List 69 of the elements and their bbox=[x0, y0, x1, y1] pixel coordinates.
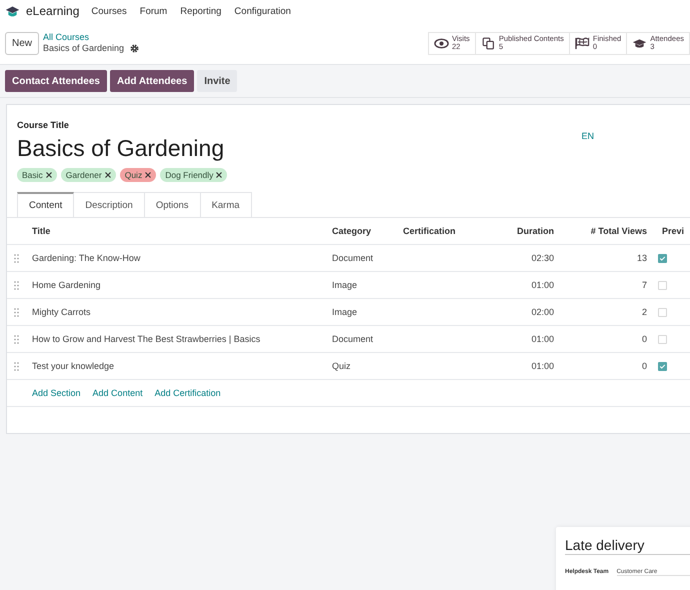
close-icon[interactable] bbox=[216, 172, 222, 178]
table-cell: Image bbox=[332, 307, 358, 317]
add-link[interactable]: Add Section bbox=[32, 388, 81, 398]
action-button[interactable]: Invite bbox=[197, 70, 238, 92]
menu-item[interactable]: Forum bbox=[140, 6, 168, 16]
table-cell: Image bbox=[332, 280, 358, 290]
table-cell: 02:30 bbox=[531, 253, 554, 263]
drag-handle-icon[interactable] bbox=[14, 254, 19, 262]
checkbox[interactable] bbox=[658, 362, 667, 370]
tag: Dog Friendly bbox=[160, 168, 228, 182]
checkbox[interactable] bbox=[658, 254, 667, 262]
close-icon[interactable] bbox=[104, 172, 111, 178]
settings-icon[interactable] bbox=[130, 44, 140, 53]
table-cell: Home Gardening bbox=[32, 280, 101, 290]
column-header[interactable]: Category bbox=[332, 226, 372, 236]
table-cell: 2 bbox=[642, 307, 647, 317]
table-cell: Mighty Carrots bbox=[32, 307, 91, 317]
table-cell: Test your knowledge bbox=[32, 361, 114, 371]
table-cell: 7 bbox=[642, 280, 647, 290]
table-cell: 0 bbox=[642, 361, 647, 371]
graduation-cap-icon[interactable] bbox=[5, 4, 20, 18]
tab[interactable]: Karma bbox=[200, 192, 252, 217]
tag: Quiz bbox=[120, 168, 156, 182]
table-cell: 01:00 bbox=[531, 280, 554, 290]
table-cell: Document bbox=[332, 334, 374, 344]
table-cell: 01:00 bbox=[531, 334, 554, 344]
action-button[interactable]: Add Attendees bbox=[110, 70, 194, 92]
table-cell: Quiz bbox=[332, 361, 351, 371]
ticket-title: Late delivery bbox=[565, 537, 690, 555]
table-cell: How to Grow and Harvest The Best Strawberries | Basics bbox=[32, 334, 260, 344]
add-link[interactable]: Add Certification bbox=[154, 388, 221, 398]
drag-handle-icon[interactable] bbox=[14, 280, 19, 290]
tab[interactable]: Options bbox=[144, 192, 201, 217]
app-name[interactable]: eLearning bbox=[26, 4, 80, 18]
tag: Basic bbox=[17, 168, 57, 182]
new-button[interactable]: New bbox=[5, 32, 40, 54]
column-header[interactable]: # Total Views bbox=[590, 226, 647, 236]
table-cell: 02:00 bbox=[531, 307, 554, 317]
action-button[interactable]: Contact Attendees bbox=[5, 70, 107, 92]
column-header[interactable]: Duration bbox=[517, 226, 554, 236]
language-link[interactable]: EN bbox=[581, 131, 594, 142]
drag-handle-icon[interactable] bbox=[14, 362, 19, 370]
course-title[interactable]: Basics of Gardening bbox=[17, 135, 224, 162]
breadcrumb-current: Basics of Gardening bbox=[43, 43, 124, 54]
table-cell: Gardening: The Know-How bbox=[32, 253, 140, 263]
add-link[interactable]: Add Content bbox=[92, 388, 143, 398]
menu-item[interactable]: Configuration bbox=[234, 6, 291, 16]
flag-icon bbox=[574, 36, 590, 50]
column-header[interactable]: Title bbox=[32, 226, 50, 236]
drag-handle-icon[interactable] bbox=[14, 334, 19, 344]
tab[interactable]: Description bbox=[74, 192, 145, 217]
table-cell: Document bbox=[332, 253, 374, 263]
table-cell: 01:00 bbox=[531, 361, 554, 371]
graduation-cap-icon bbox=[632, 36, 648, 50]
close-icon[interactable] bbox=[145, 172, 152, 178]
table-cell: 0 bbox=[642, 334, 647, 344]
copies-icon bbox=[480, 36, 496, 50]
tag: Gardener bbox=[60, 168, 116, 182]
drag-handle-icon[interactable] bbox=[14, 308, 19, 316]
field-label: Course Title bbox=[17, 120, 69, 130]
breadcrumb-link[interactable]: All Courses bbox=[43, 32, 140, 43]
column-header[interactable]: Previ bbox=[662, 226, 684, 236]
table-cell: 13 bbox=[636, 253, 647, 263]
menu-item[interactable]: Courses bbox=[91, 6, 127, 16]
close-icon[interactable] bbox=[46, 172, 52, 178]
tab[interactable]: Content bbox=[17, 192, 74, 217]
eye-icon bbox=[434, 36, 450, 50]
menu-item[interactable]: Reporting bbox=[180, 6, 222, 16]
column-header[interactable]: Certification bbox=[403, 226, 456, 236]
